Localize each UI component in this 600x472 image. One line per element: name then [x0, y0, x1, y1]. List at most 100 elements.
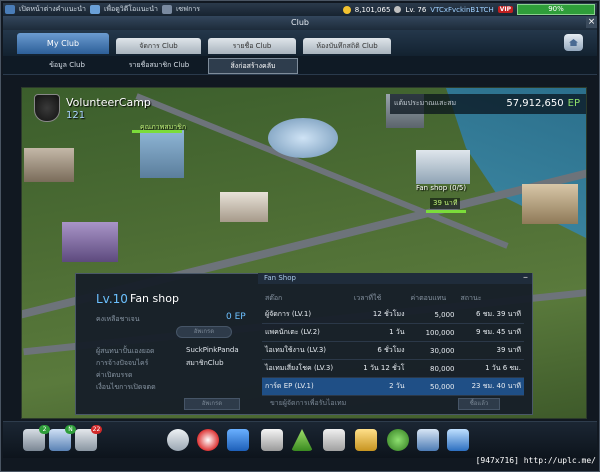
table-row-selected[interactable]: การ์ด EP (LV.1) 2 วัน 50,000 23 ชม. 40 น…: [262, 377, 524, 396]
reward-cell: 50,000: [407, 377, 458, 396]
stock-cell: การ์ด EP (LV.1): [262, 377, 351, 396]
builder-row: ผู้สนทนาปั้นเองยอด SuckPinkPanda: [96, 346, 239, 357]
ep-total-panel: แต้มประมาณแสะสม 57,912,650 EP: [390, 94, 586, 114]
fanshop-timer: 39 นาที: [430, 198, 461, 209]
window-title: Club: [3, 16, 597, 30]
news-text-2: เพื่อดูวิดีโอแนะนำ: [104, 5, 158, 13]
time-cell: 1 วัน: [350, 323, 408, 342]
ep-amount: 0 EP: [226, 312, 246, 322]
watermark: [947x716] http://uplc.me/: [475, 456, 596, 465]
club-icon[interactable]: [387, 429, 409, 451]
home-button[interactable]: [564, 34, 583, 51]
reward-cell: 5,000: [407, 306, 458, 324]
status-cell: 9 ชม. 45 นาที: [457, 323, 524, 342]
column-reward: ค่าตอบแทน: [410, 294, 447, 302]
stock-cell: ผู้จัดการ (LV.1): [262, 306, 351, 324]
window-title-text: Club: [291, 18, 309, 27]
stock-cell: แพคนักเตะ (LV.2): [262, 323, 351, 342]
message-icon: [5, 5, 15, 14]
stock-table: สต๊อก เวลาที่ใช้ ค่าตอบแทน สถานะ ผู้จัดก…: [262, 291, 524, 396]
reward-cell: 80,000: [407, 359, 458, 378]
news-text-1: เปิดหน้าต่างคำแนะนำ: [19, 5, 86, 13]
username: VTCxFvckinB1TCH: [430, 5, 494, 14]
open-cost-label: ค่าเปิดบรรด: [96, 371, 133, 379]
settings-icon[interactable]: [417, 429, 439, 451]
ep-total-label: แต้มประมาณแสะสม: [394, 99, 457, 107]
table-row[interactable]: ผู้จัดการ (LV.1) 12 ชั่วโมง 5,000 6 ชม. …: [262, 306, 524, 324]
building-mansion[interactable]: [62, 222, 118, 262]
time-cell: 6 ชั่วโมง: [350, 341, 408, 360]
ep-total: 57,912,650 EP: [506, 98, 580, 109]
status-cell: 6 ชม. 39 นาที: [457, 306, 524, 324]
subtab-club-buildings[interactable]: สิ่งก่อสร้างคลับ: [208, 58, 298, 74]
news-ticker[interactable]: เปิดหน้าต่างคำแนะนำ เพื่อดูวิดีโอแนะนำ เ…: [5, 4, 200, 15]
coin-balance: 8,101,065: [354, 5, 391, 14]
fanshop-label: Fan shop (0/5): [416, 184, 467, 192]
time-cell: 2 วัน: [350, 377, 408, 396]
subtab-club-info[interactable]: ข้อมูล Club: [37, 58, 97, 72]
subtab-member-list[interactable]: รายชื่อสมาชิก Club: [119, 58, 199, 72]
reward-cell: 100,000: [407, 323, 458, 342]
save-icon: [161, 5, 172, 14]
tab-manage-club[interactable]: จัดการ Club: [116, 38, 201, 54]
ball-icon[interactable]: [197, 429, 219, 451]
hire-label: การจ้างปัจจบไคร์: [96, 359, 149, 367]
ep-amount-value: 0: [226, 312, 232, 322]
panel-close-button[interactable]: –: [523, 272, 528, 283]
building-fanshop[interactable]: [416, 150, 470, 184]
purchased-button[interactable]: ซื้อแล้ว: [458, 398, 500, 410]
whistle-icon[interactable]: [167, 429, 189, 451]
table-row[interactable]: แพคนักเตะ (LV.2) 1 วัน 100,000 9 ชม. 45 …: [262, 323, 524, 342]
shop-cart-icon[interactable]: [447, 429, 469, 451]
column-time: เวลาที่ใช้: [353, 294, 382, 302]
upgrade-ep-button[interactable]: อัพเกรด: [176, 326, 232, 338]
panel-footer-text: ขายผู้จัดการเพื่อรับไอเทม: [270, 399, 347, 407]
notice-icon[interactable]: N: [49, 425, 76, 451]
fanshop-panel: Fan Shop – Lv.10 Fan shop คงเหลือชาเจน 0…: [75, 272, 533, 415]
friends-icon[interactable]: 2: [23, 425, 50, 451]
condition-label: เงื่อนไขการเปิดจตด: [96, 383, 156, 391]
builder-label: ผู้สนทนาปั้นเองยอด: [96, 347, 155, 355]
ep-amount-unit: EP: [234, 312, 246, 322]
hire-value: สมาชิกClub: [186, 359, 224, 367]
time-cell: 12 ชั่วโมง: [350, 306, 408, 324]
cards-icon[interactable]: [323, 429, 345, 451]
level-up-icon[interactable]: [291, 429, 313, 451]
tab-my-club[interactable]: My Club: [17, 33, 109, 54]
mail-badge: 22: [91, 425, 102, 434]
stock-cell: ไอเทมเสี่ยงโชค (LV.3): [262, 359, 351, 378]
hq-progress-bar: [132, 130, 182, 133]
upgrade-building-button[interactable]: อัพเกรด: [184, 398, 240, 410]
main-tabs: My Club จัดการ Club รายชื่อ Club ห้องบัน…: [3, 30, 597, 56]
bottom-toolbar: 2 N 22: [3, 421, 597, 458]
fanshop-progress-bar: [426, 210, 466, 213]
window-close-button[interactable]: ×: [586, 17, 597, 28]
table-header-row: สต๊อก เวลาที่ใช้ ค่าตอบแทน สถานะ: [262, 291, 524, 306]
table-row[interactable]: ไอเทมเสี่ยงโชค (LV.3) 1 วัน 12 ชั่วโ 80,…: [262, 359, 524, 378]
column-status: สถานะ: [460, 294, 482, 302]
tab-club-records[interactable]: ห้องบันทึกสถิติ Club: [303, 38, 391, 54]
building-stadium[interactable]: [268, 118, 338, 158]
building-school[interactable]: [24, 148, 74, 182]
mail-icon[interactable]: 22: [75, 425, 102, 451]
hire-row: การจ้างปัจจบไคร์ สมาชิกClub: [96, 358, 224, 369]
open-cost-row: ค่าเปิดบรรด: [96, 370, 133, 381]
coin-icon: [342, 5, 351, 14]
status-cell: 23 ชม. 40 นาที: [457, 377, 524, 396]
building-hq[interactable]: [140, 130, 184, 178]
news-text-3: เซฟการ: [175, 5, 201, 13]
reward-cell: 30,000: [407, 341, 458, 360]
tab-club-list[interactable]: รายชื่อ Club: [208, 38, 296, 54]
item-box-icon[interactable]: [355, 429, 377, 451]
trophy-icon[interactable]: [261, 429, 283, 451]
table-row[interactable]: ไอเทมใช้งาน (LV.3) 6 ชั่วโมง 30,000 39 น…: [262, 341, 524, 360]
remaining-row: คงเหลือชาเจน: [96, 314, 140, 325]
panel-header-title: Fan Shop: [264, 274, 296, 282]
time-cell: 1 วัน 12 ชั่วโ: [350, 359, 408, 378]
video-icon: [90, 5, 100, 14]
building-hotel[interactable]: [220, 192, 268, 222]
boots-icon[interactable]: [227, 429, 249, 451]
client-window: เปิดหน้าต่างคำแนะนำ เพื่อดูวิดีโอแนะนำ เ…: [0, 0, 600, 472]
building-houses[interactable]: [522, 184, 578, 224]
stock-cell: ไอเทมใช้งาน (LV.3): [262, 341, 351, 360]
